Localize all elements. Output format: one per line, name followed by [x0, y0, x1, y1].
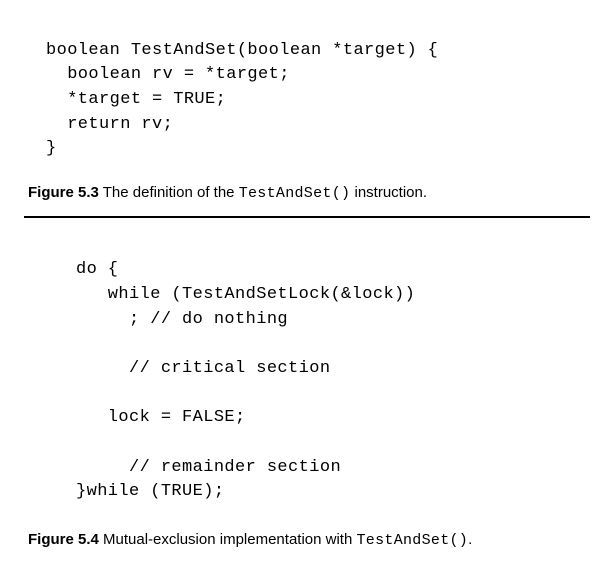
- caption-code: TestAndSet(): [356, 532, 468, 549]
- code-line: lock = FALSE;: [76, 408, 246, 427]
- code-line: }while (TRUE);: [76, 482, 224, 501]
- code-line: *target = TRUE;: [46, 90, 226, 109]
- divider: [24, 216, 590, 218]
- code-line: // remainder section: [76, 458, 341, 477]
- caption-text: .: [468, 531, 472, 548]
- figure-5-3-code: boolean TestAndSet(boolean *target) { bo…: [46, 14, 590, 162]
- code-line: return rv;: [46, 115, 173, 134]
- page-content: boolean TestAndSet(boolean *target) { bo…: [0, 0, 614, 569]
- caption-text: instruction.: [350, 184, 427, 201]
- caption-text: Mutual-exclusion implementation with: [99, 531, 357, 548]
- code-line: while (TestAndSetLock(&lock)): [76, 285, 415, 304]
- code-line: ; // do nothing: [76, 310, 288, 329]
- caption-code: TestAndSet(): [239, 185, 351, 202]
- figure-5-3-caption: Figure 5.3 The definition of the TestAnd…: [28, 184, 590, 202]
- code-line: boolean rv = *target;: [46, 65, 290, 84]
- figure-label: Figure 5.3: [28, 184, 99, 201]
- figure-5-4-code: do { while (TestAndSetLock(&lock)) ; // …: [76, 234, 590, 505]
- figure-5-4-caption: Figure 5.4 Mutual-exclusion implementati…: [28, 531, 590, 549]
- figure-label: Figure 5.4: [28, 531, 99, 548]
- code-line: }: [46, 139, 57, 158]
- code-line: do {: [76, 260, 118, 279]
- code-line: boolean TestAndSet(boolean *target) {: [46, 41, 438, 60]
- caption-text: The definition of the: [99, 184, 239, 201]
- code-line: // critical section: [76, 359, 330, 378]
